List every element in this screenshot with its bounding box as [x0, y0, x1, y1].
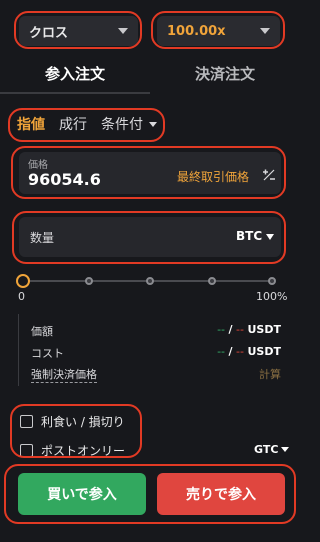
order-type-market[interactable]: 成行 — [59, 114, 87, 134]
order-type-conditional[interactable]: 条件付 — [101, 114, 143, 134]
value-sep: / — [228, 323, 233, 336]
order-summary: 価額 -- / -- USDT コスト -- / -- USDT 強制決済価格 … — [18, 314, 282, 386]
slider-step-25[interactable] — [85, 277, 93, 285]
time-in-force-select[interactable]: GTC — [254, 443, 290, 456]
cost-long: -- — [217, 345, 226, 358]
post-only-label: ポストオンリー — [41, 444, 126, 458]
value-row: 価額 -- / -- USDT — [31, 323, 281, 339]
slider-step-100[interactable] — [268, 277, 276, 285]
post-only-checkbox[interactable] — [20, 444, 33, 457]
value-label: 価額 — [31, 325, 53, 338]
value-short: -- — [236, 323, 244, 336]
sell-open-button[interactable]: 売りで参入 — [157, 473, 285, 515]
price-input[interactable]: 96054.6 — [28, 170, 101, 189]
liquidation-row: 強制決済価格 計算 — [31, 366, 281, 383]
plus-minus-icon[interactable] — [262, 168, 276, 185]
cost-amount: -- / -- USDT — [217, 345, 281, 361]
cost-sep: / — [228, 345, 233, 358]
buy-open-button[interactable]: 買いで参入 — [18, 473, 146, 515]
liquidation-label[interactable]: 強制決済価格 — [31, 366, 97, 383]
price-label: 価格 — [28, 160, 48, 171]
cost-label: コスト — [31, 347, 64, 360]
margin-mode-select[interactable]: クロス — [19, 16, 138, 46]
chevron-down-icon — [149, 121, 157, 127]
leverage-select[interactable]: 100.00x — [157, 16, 280, 46]
chevron-down-icon — [118, 28, 128, 34]
cost-row: コスト -- / -- USDT — [31, 345, 281, 361]
quantity-label: 数量 — [30, 231, 55, 245]
value-amount: -- / -- USDT — [217, 323, 281, 339]
tp-sl-option[interactable]: 利食い / 損切り — [20, 413, 125, 430]
quantity-unit[interactable]: BTC — [236, 229, 262, 243]
order-type-limit[interactable]: 指値 — [17, 114, 45, 134]
tab-underline — [0, 92, 150, 94]
chevron-down-icon[interactable] — [266, 234, 274, 240]
cost-short: -- — [236, 345, 244, 358]
tab-open-order[interactable]: 参入注文 — [0, 52, 150, 94]
post-only-option[interactable]: ポストオンリー — [20, 442, 125, 459]
last-price-button[interactable]: 最終取引価格 — [177, 168, 249, 185]
leverage-value: 100.00x — [167, 23, 226, 39]
chevron-down-icon — [281, 447, 290, 452]
tp-sl-label: 利食い / 損切り — [41, 415, 125, 429]
order-type-selector: 指値 成行 条件付 — [17, 114, 171, 134]
slider-min-label: 0 — [18, 290, 25, 303]
value-long: -- — [217, 323, 226, 336]
slider-max-label: 100% — [256, 290, 288, 303]
tp-sl-checkbox[interactable] — [20, 415, 33, 428]
time-in-force-value: GTC — [254, 443, 279, 456]
slider-handle[interactable] — [16, 274, 30, 288]
value-unit: USDT — [247, 323, 282, 336]
order-tabs: 参入注文 決済注文 — [0, 52, 300, 94]
cost-unit: USDT — [247, 345, 282, 358]
calculate-button[interactable]: 計算 — [259, 366, 281, 383]
tab-close-order[interactable]: 決済注文 — [150, 52, 300, 94]
chevron-down-icon — [260, 28, 270, 34]
slider-step-50[interactable] — [146, 277, 154, 285]
slider-step-75[interactable] — [208, 277, 216, 285]
margin-mode-value: クロス — [29, 25, 69, 41]
